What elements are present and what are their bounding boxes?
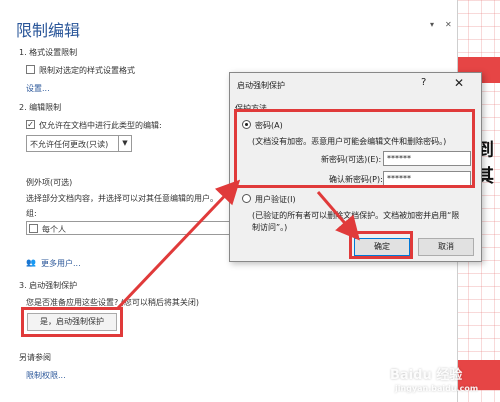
- users-list: 每个人: [26, 221, 238, 235]
- section-format-heading: 1. 格式设置限制: [19, 48, 78, 57]
- group-label: 组:: [26, 209, 37, 218]
- section-start-heading: 3. 启动强制保护: [19, 281, 78, 290]
- edit-type-value: 不允许任何更改(只读): [30, 140, 109, 149]
- dialog-title: 启动强制保护: [237, 81, 285, 90]
- pane-title: 限制编辑: [16, 21, 81, 40]
- help-icon[interactable]: ?: [421, 77, 426, 88]
- user-auth-description-line1: (已验证的所有者可以删除文档保护。文档被加密并启用“限: [252, 211, 460, 220]
- pane-options-icon[interactable]: ▾: [430, 20, 434, 29]
- edit-restriction-checkbox[interactable]: ✓: [26, 120, 35, 129]
- more-users-link[interactable]: 更多用户...: [41, 258, 81, 269]
- format-restriction-checkbox[interactable]: [26, 65, 35, 74]
- everyone-label: 每个人: [42, 225, 66, 234]
- user-auth-radio[interactable]: [242, 194, 251, 203]
- pane-close-icon[interactable]: ✕: [445, 20, 452, 29]
- user-auth-description-line2: 制访问”。): [252, 223, 288, 232]
- baidu-watermark-url: jingyan.baidu.com: [395, 384, 479, 393]
- edit-restriction-label: 仅允许在文档中进行此类型的编辑:: [39, 121, 162, 130]
- chevron-down-icon[interactable]: ▼: [118, 136, 131, 151]
- section-edit-heading: 2. 编辑限制: [19, 103, 62, 112]
- settings-link[interactable]: 设置...: [26, 83, 50, 94]
- edit-type-select[interactable]: 不允许任何更改(只读) ▼: [26, 135, 132, 152]
- close-icon[interactable]: ✕: [454, 76, 464, 90]
- see-also-heading: 另请参阅: [19, 353, 51, 362]
- exceptions-description: 选择部分文档内容，并选择可以对其任意编辑的用户。: [26, 194, 218, 203]
- exceptions-heading: 例外项(可选): [26, 178, 73, 187]
- highlight-password-section: [234, 109, 475, 188]
- user-auth-option-label[interactable]: 用户验证(I): [255, 194, 296, 205]
- highlight-start-button: [21, 307, 123, 337]
- format-restriction-label: 限制对选定的样式设置格式: [39, 66, 135, 75]
- cancel-button[interactable]: 取消: [418, 238, 474, 256]
- baidu-watermark: Baidu 经验: [390, 368, 463, 383]
- restrict-permission-link[interactable]: 限制权限...: [26, 370, 66, 381]
- everyone-checkbox[interactable]: [29, 224, 38, 233]
- users-icon: 👥: [26, 258, 36, 267]
- highlight-ok-button: [349, 231, 413, 259]
